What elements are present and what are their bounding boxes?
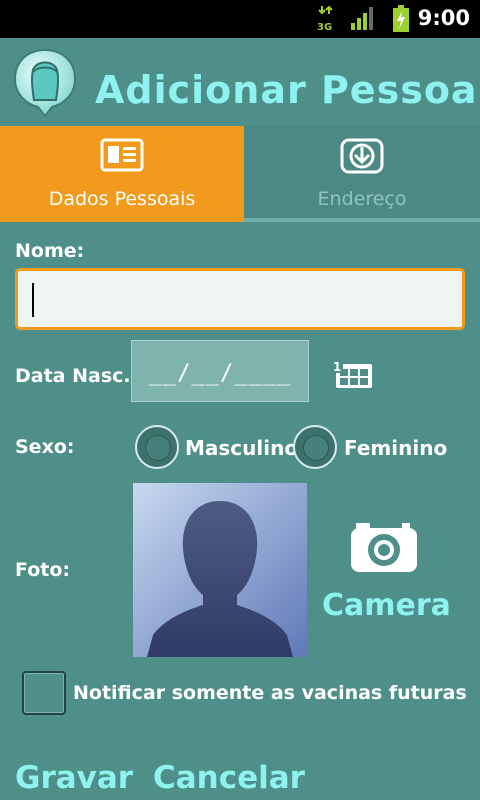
name-input[interactable] [15, 268, 465, 330]
camera-icon[interactable] [350, 522, 418, 574]
svg-text:3G: 3G [317, 22, 332, 31]
cancel-button[interactable]: Cancelar [153, 760, 305, 796]
tab-bar: Dados Pessoais Endereço [0, 126, 480, 222]
save-button[interactable]: Gravar [15, 760, 133, 796]
tab-endereco[interactable]: Endereço [244, 126, 480, 222]
sex-label: Sexo: [15, 436, 75, 458]
text-caret [32, 283, 34, 317]
camera-button[interactable]: Camera [322, 588, 451, 623]
id-card-icon [100, 138, 144, 172]
network-3g-icon: 3G [317, 5, 333, 31]
tab-label: Dados Pessoais [48, 188, 196, 210]
radio-label-masculino[interactable]: Masculino [185, 436, 298, 460]
person-silhouette-icon [133, 483, 307, 657]
birth-date-input[interactable]: __/__/____ [131, 340, 309, 402]
tab-label: Endereço [317, 188, 407, 210]
signal-strength-icon [351, 7, 373, 30]
photo-label: Foto: [15, 559, 70, 581]
page-title: Adicionar Pessoa [95, 68, 478, 112]
radio-masculino[interactable] [135, 425, 179, 469]
calendar-icon[interactable]: 1 [330, 358, 374, 390]
notify-label[interactable]: Notificar somente as vacinas futuras [73, 682, 467, 704]
notify-checkbox[interactable] [22, 671, 66, 715]
birth-date-label: Data Nasc.: [15, 365, 139, 387]
clock: 9:00 [417, 6, 470, 30]
download-icon [340, 138, 384, 174]
radio-label-feminino[interactable]: Feminino [344, 436, 447, 460]
person-head-icon [13, 48, 77, 118]
status-bar: 3G 9:00 [0, 0, 480, 38]
photo-placeholder[interactable] [133, 483, 307, 657]
tab-dados-pessoais[interactable]: Dados Pessoais [0, 126, 244, 222]
battery-charging-icon [393, 5, 409, 32]
radio-feminino[interactable] [293, 425, 337, 469]
svg-text:1: 1 [333, 360, 341, 374]
name-label: Nome: [15, 240, 85, 262]
app-header: Adicionar Pessoa [0, 38, 480, 126]
